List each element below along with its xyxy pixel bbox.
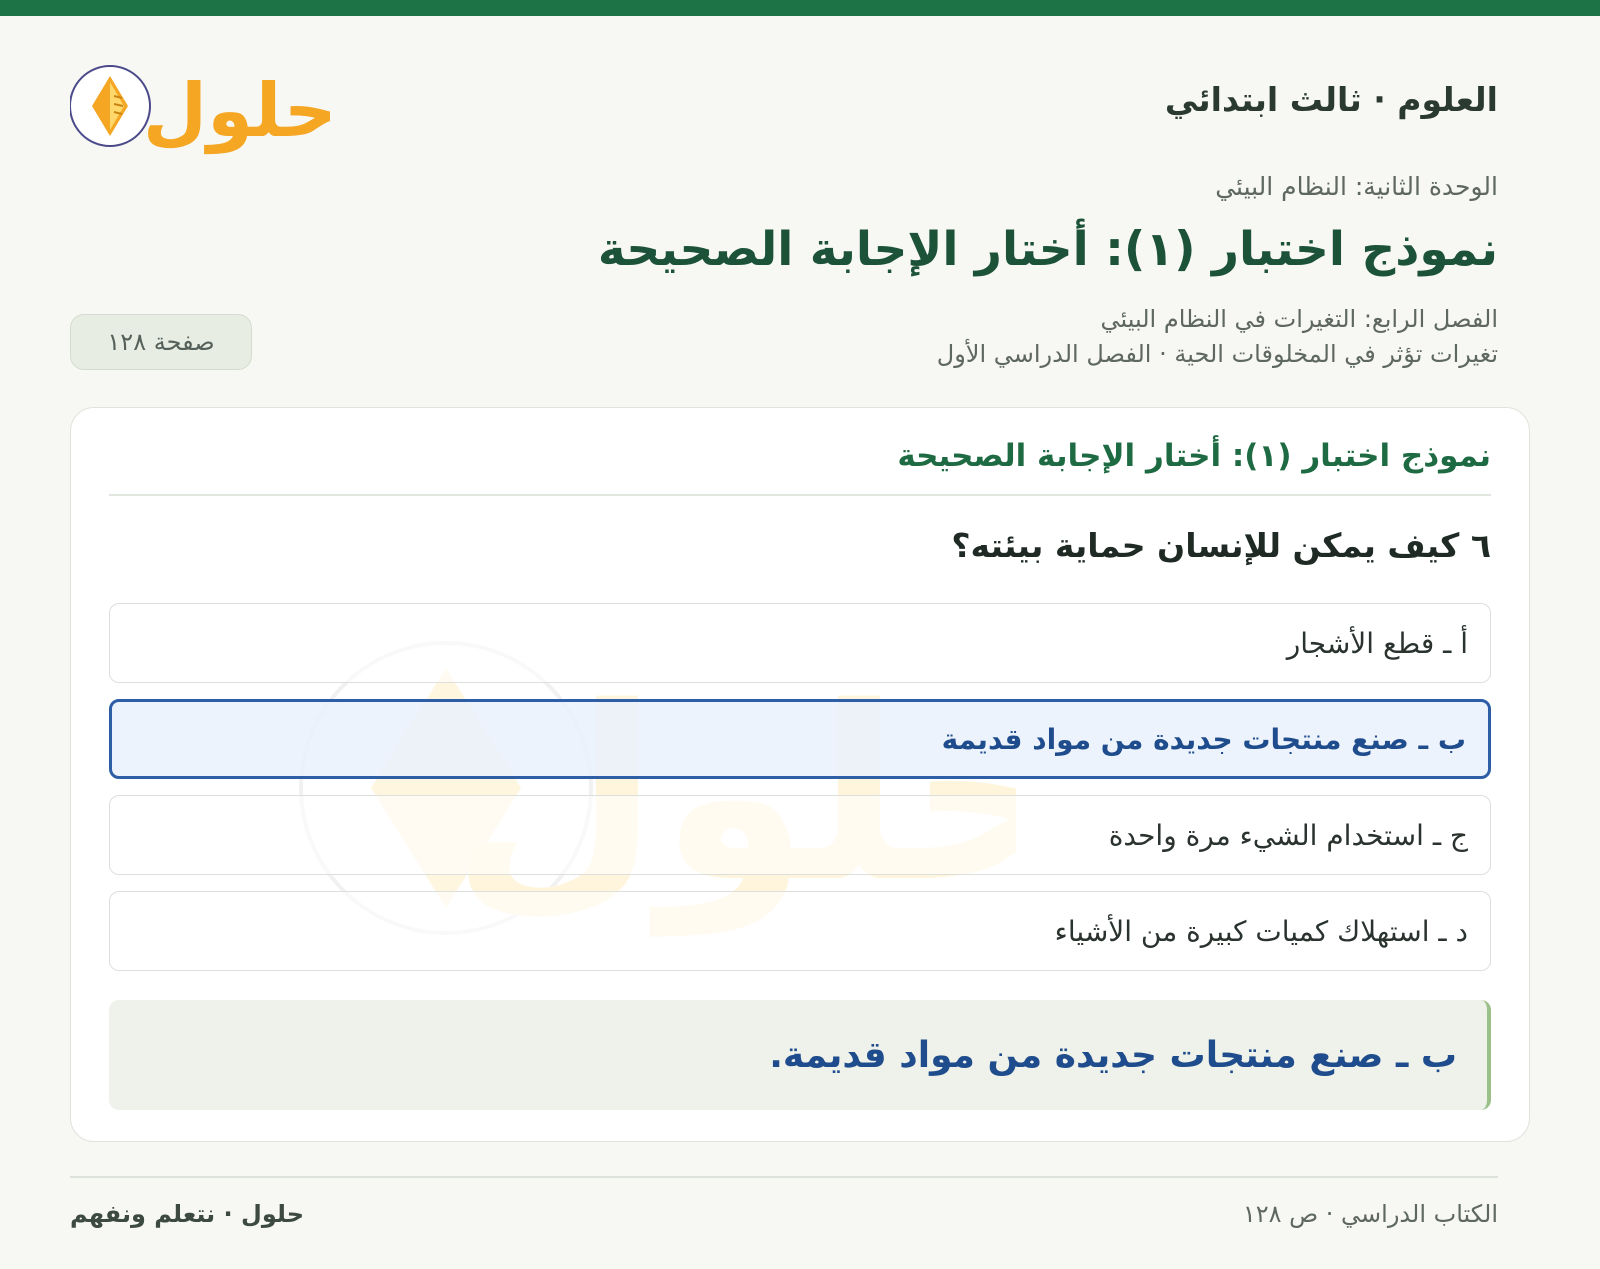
- footer-divider: [70, 1176, 1498, 1178]
- options-list: أ ـ قطع الأشجار ب ـ صنع منتجات جديدة من …: [109, 603, 1491, 987]
- page-number-badge: صفحة ١٢٨: [70, 314, 252, 370]
- option-c[interactable]: ج ـ استخدام الشيء مرة واحدة: [109, 795, 1491, 875]
- unit-label: الوحدة الثانية: النظام البيئي: [1215, 172, 1498, 201]
- logo-mark: حلول: [69, 65, 337, 155]
- lesson-label: تغيرات تؤثر في المخلوقات الحية · الفصل ا…: [936, 340, 1498, 368]
- top-accent-bar: [0, 0, 1600, 16]
- card-heading: نموذج اختبار (١): أختار الإجابة الصحيحة: [109, 438, 1491, 496]
- option-a[interactable]: أ ـ قطع الأشجار: [109, 603, 1491, 683]
- question-text: ٦ كيف يمكن للإنسان حماية بيئته؟: [951, 526, 1491, 565]
- question-card: حلول نموذج اختبار (١): أختار الإجابة الص…: [70, 407, 1530, 1142]
- subject-title: العلوم · ثالث ابتدائي: [1164, 80, 1498, 119]
- header: العلوم · ثالث ابتدائي حلول: [69, 40, 1498, 170]
- option-b[interactable]: ب ـ صنع منتجات جديدة من مواد قديمة: [109, 699, 1491, 779]
- logo-wordmark: حلول: [143, 68, 330, 155]
- answer-box: ب ـ صنع منتجات جديدة من مواد قديمة.: [109, 1000, 1491, 1110]
- page-title: نموذج اختبار (١): أختار الإجابة الصحيحة: [597, 222, 1498, 277]
- hulul-logo[interactable]: حلول: [69, 48, 337, 158]
- chapter-label: الفصل الرابع: التغيرات في النظام البيئي: [1100, 305, 1499, 333]
- footer-book-ref: الكتاب الدراسي · ص ١٢٨: [1242, 1200, 1498, 1228]
- footer-tagline: حلول · نتعلم ونفهم: [70, 1200, 304, 1228]
- option-d[interactable]: د ـ استهلاك كميات كبيرة من الأشياء: [109, 891, 1491, 971]
